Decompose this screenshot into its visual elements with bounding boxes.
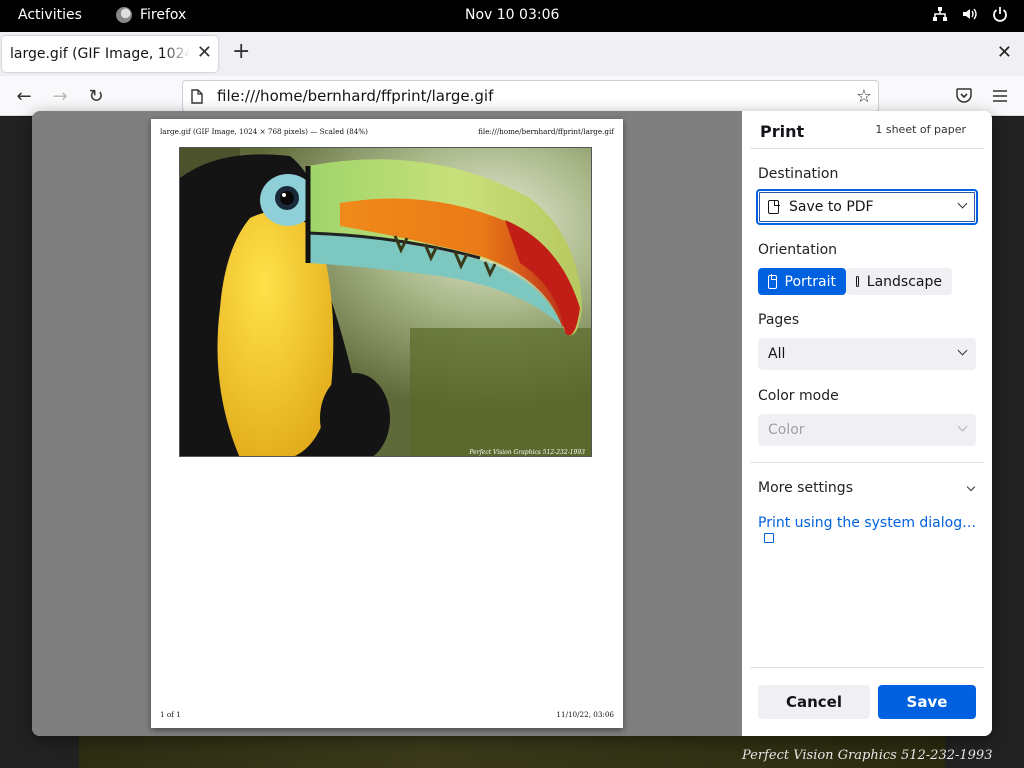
url-text: file:///home/bernhard/ffprint/large.gif xyxy=(217,87,494,105)
reload-icon[interactable]: ↻ xyxy=(84,84,108,108)
chevron-down-icon[interactable] xyxy=(966,482,976,492)
preview-header-left: large.gif (GIF Image, 1024 × 768 pixels)… xyxy=(160,127,368,136)
toucan-image: Perfect Vision Graphics 512-232-1993 xyxy=(179,147,592,457)
landscape-label: Landscape xyxy=(866,273,942,290)
orientation-portrait-button[interactable]: Portrait xyxy=(758,268,846,295)
address-bar[interactable]: file:///home/bernhard/ffprint/large.gif … xyxy=(182,80,879,112)
image-watermark: Perfect Vision Graphics 512-232-1993 xyxy=(468,449,585,456)
tab-large-gif[interactable]: large.gif (GIF Image, 1024 × 768 pixels)… xyxy=(2,36,218,72)
orientation-landscape-button[interactable]: Landscape xyxy=(846,268,952,295)
more-settings-toggle[interactable]: More settings xyxy=(758,480,853,496)
firefox-icon xyxy=(116,7,132,23)
window-close-icon[interactable]: ✕ xyxy=(997,44,1012,62)
network-icon[interactable] xyxy=(932,6,948,22)
sheet-count: 1 sheet of paper xyxy=(875,123,966,136)
page-icon xyxy=(191,88,203,104)
divider xyxy=(750,148,984,149)
clock[interactable]: Nov 10 03:06 xyxy=(465,7,559,23)
orientation-label: Orientation xyxy=(758,242,838,258)
divider xyxy=(750,667,984,668)
app-name-label: Firefox xyxy=(140,7,187,23)
preview-footer-left: 1 of 1 xyxy=(160,710,181,719)
print-preview-area: large.gif (GIF Image, 1024 × 768 pixels)… xyxy=(32,111,742,736)
print-dialog: large.gif (GIF Image, 1024 × 768 pixels)… xyxy=(32,111,992,736)
close-tab-icon[interactable]: ✕ xyxy=(197,44,212,62)
activities-button[interactable]: Activities xyxy=(18,7,82,23)
landscape-icon xyxy=(856,276,859,287)
chevron-down-icon xyxy=(957,345,968,356)
chevron-down-icon xyxy=(957,421,968,432)
pages-select[interactable]: All xyxy=(758,338,976,370)
system-dialog-link[interactable]: Print using the system dialog… xyxy=(758,515,992,547)
print-title: Print xyxy=(760,122,805,141)
portrait-label: Portrait xyxy=(784,273,836,290)
hamburger-menu-icon[interactable] xyxy=(992,89,1008,103)
save-button[interactable]: Save xyxy=(878,685,976,719)
preview-header-right: file:///home/bernhard/ffprint/large.gif xyxy=(478,127,614,136)
new-tab-icon[interactable]: + xyxy=(232,41,250,63)
cancel-button[interactable]: Cancel xyxy=(758,685,870,719)
external-link-icon xyxy=(764,533,774,543)
forward-icon[interactable]: → xyxy=(48,84,72,108)
portrait-icon xyxy=(768,274,777,289)
bookmark-star-icon[interactable]: ☆ xyxy=(856,86,872,107)
system-tray[interactable] xyxy=(932,6,1008,22)
destination-select[interactable]: Save to PDF xyxy=(756,189,978,225)
pages-label: Pages xyxy=(758,312,800,328)
system-top-bar: Activities Firefox Nov 10 03:06 xyxy=(0,0,1024,32)
destination-label: Destination xyxy=(758,166,839,182)
page-watermark: Perfect Vision Graphics 512-232-1993 xyxy=(742,748,993,763)
tab-bar: large.gif (GIF Image, 1024 × 768 pixels)… xyxy=(0,32,1024,76)
tab-title: large.gif (GIF Image, 1024 × 768 pixels) xyxy=(10,46,190,62)
navigation-toolbar: ← → ↻ file:///home/bernhard/ffprint/larg… xyxy=(0,76,1024,116)
system-dialog-label: Print using the system dialog… xyxy=(758,515,977,531)
app-menu[interactable]: Firefox xyxy=(116,7,186,23)
volume-icon[interactable] xyxy=(962,6,978,22)
chevron-down-icon xyxy=(957,198,968,209)
preview-footer-right: 11/10/22, 03:06 xyxy=(556,710,614,719)
back-icon[interactable]: ← xyxy=(12,84,36,108)
color-mode-value: Color xyxy=(768,422,805,438)
pages-value: All xyxy=(768,346,786,362)
color-mode-label: Color mode xyxy=(758,388,839,404)
preview-sheet: large.gif (GIF Image, 1024 × 768 pixels)… xyxy=(151,119,623,728)
destination-value: Save to PDF xyxy=(789,199,874,215)
divider xyxy=(750,462,984,463)
pocket-icon[interactable] xyxy=(956,88,972,103)
color-mode-select: Color xyxy=(758,414,976,446)
power-icon[interactable] xyxy=(992,6,1008,22)
document-icon xyxy=(768,199,780,214)
print-settings-panel: Print 1 sheet of paper Destination Save … xyxy=(742,111,992,736)
